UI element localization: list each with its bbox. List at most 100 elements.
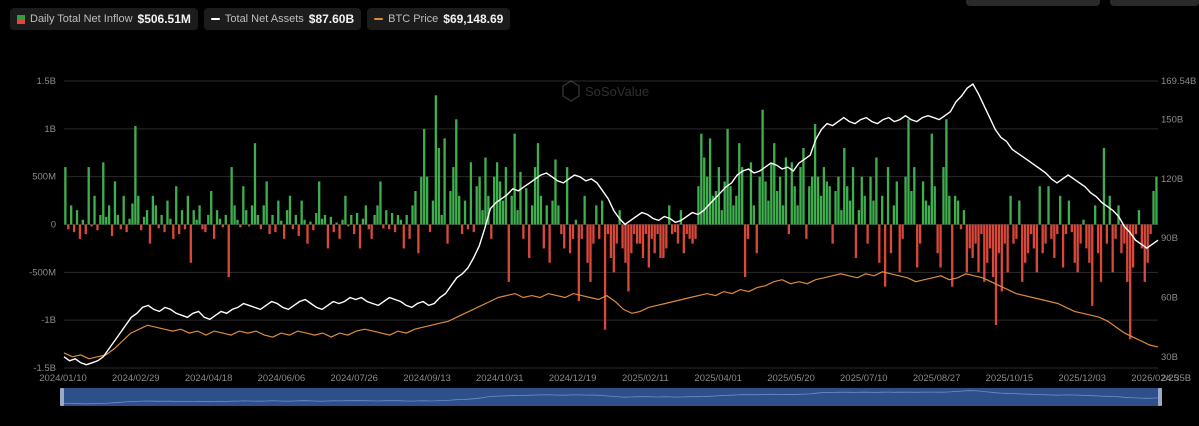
inflow-bar	[204, 224, 207, 233]
range-navigator[interactable]	[60, 388, 1162, 406]
inflow-bar	[490, 224, 493, 239]
inflow-bar	[811, 176, 814, 225]
inflow-bar	[968, 224, 971, 249]
inflow-bar	[603, 224, 607, 330]
inflow-bar	[510, 195, 513, 225]
inflow-bar	[732, 205, 735, 225]
inflow-bar	[927, 205, 931, 225]
x-tick: 2024/06/06	[258, 373, 306, 384]
inflow-bar	[796, 205, 799, 225]
inflow-bar	[329, 216, 332, 225]
inflow-bar	[227, 224, 230, 278]
y-left-tick: 0	[51, 220, 56, 231]
inflow-bar	[945, 119, 948, 225]
etf-flow-chart[interactable]: SoSoValue 1.5B1B500M0-500M-1B-1.5B 169.5…	[0, 0, 1199, 426]
inflow-bar	[233, 205, 236, 225]
inflow-bar	[84, 224, 87, 235]
inflow-bar	[318, 181, 321, 225]
inflow-bar	[67, 224, 70, 230]
inflow-bar	[1041, 224, 1044, 254]
inflow-bar	[192, 210, 195, 225]
x-tick: 2025/10/15	[986, 373, 1034, 384]
inflow-bar	[175, 186, 178, 225]
inflow-bar	[1082, 219, 1085, 225]
y-right-tick: 120B	[1161, 174, 1183, 185]
inflow-bar	[627, 224, 630, 292]
inflow-bar	[350, 214, 353, 225]
inflow-bar	[280, 220, 283, 225]
inflow-bar	[641, 224, 645, 258]
inflow-bar	[913, 167, 916, 225]
y-left-tick: -1B	[41, 315, 56, 326]
inflow-bar	[837, 176, 840, 225]
inflow-bar	[469, 162, 473, 225]
inflow-bar	[128, 218, 131, 225]
inflow-bar	[1088, 224, 1091, 263]
inflow-bar	[177, 224, 181, 235]
inflow-bar	[834, 191, 837, 225]
navigator-window[interactable]	[62, 388, 1160, 406]
inflow-bar	[110, 224, 114, 236]
inflow-bar	[636, 224, 639, 244]
inflow-bar	[367, 224, 370, 230]
inflow-bar	[428, 224, 432, 233]
inflow-bar	[1018, 200, 1021, 225]
inflow-bar	[962, 210, 966, 225]
inflow-bar	[140, 224, 143, 231]
inflow-bar	[361, 218, 365, 225]
navigator-right-handle[interactable]	[1158, 388, 1162, 406]
inflow-bar	[598, 224, 601, 239]
inflow-bar	[498, 181, 502, 225]
inflow-bar	[819, 195, 823, 225]
inflow-bar	[673, 224, 677, 233]
inflow-bar	[793, 186, 796, 225]
x-tick: 2024/10/31	[476, 373, 524, 384]
inflow-bar	[239, 224, 242, 228]
y-left-tick: -500M	[29, 267, 56, 278]
inflow-bar	[1044, 224, 1047, 244]
inflow-bar	[907, 119, 910, 225]
inflow-bar	[151, 195, 155, 225]
inflow-bar	[563, 224, 566, 249]
inflow-bar	[668, 205, 671, 225]
inflow-bar	[393, 224, 397, 233]
inflow-bar	[460, 224, 464, 235]
inflow-bar	[621, 224, 624, 249]
inflow-bar	[994, 224, 998, 325]
inflow-bar	[423, 128, 426, 225]
inflow-bar	[256, 214, 260, 225]
inflow-bar	[1047, 186, 1050, 225]
inflow-bar	[831, 224, 834, 244]
inflow-bar	[215, 210, 219, 225]
inflow-bar	[291, 224, 295, 230]
inflow-bar	[75, 210, 79, 225]
y-right-tick: 150B	[1161, 115, 1183, 126]
inflow-bar	[385, 210, 388, 225]
inflow-bar	[889, 224, 893, 254]
inflow-bar	[493, 176, 496, 225]
left-axis-ticks: 1.5B1B500M0-500M-1B-1.5B	[29, 76, 56, 374]
inflow-bar	[682, 224, 685, 254]
inflow-bar	[825, 181, 828, 225]
inflow-bar	[93, 195, 96, 225]
inflow-bar	[90, 224, 93, 227]
inflow-bar	[1006, 224, 1009, 273]
inflow-bar	[358, 224, 362, 249]
inflow-bar	[565, 167, 569, 225]
inflow-bar	[376, 205, 379, 225]
inflow-bar	[592, 224, 595, 244]
inflow-bar	[195, 219, 198, 225]
inflow-bar	[1053, 224, 1056, 258]
inflow-bar	[860, 176, 863, 225]
navigator-left-handle[interactable]	[60, 388, 64, 406]
inflow-bar	[87, 167, 90, 225]
inflow-bar	[1032, 224, 1036, 249]
inflow-bar	[268, 224, 271, 235]
inflow-bar	[186, 195, 190, 225]
inflow-bar	[533, 167, 537, 225]
inflow-bar	[70, 205, 73, 225]
x-tick: 2025/12/03	[1058, 373, 1106, 384]
inflow-bar	[1155, 176, 1158, 225]
inflow-bar	[691, 224, 694, 244]
inflow-bar	[1061, 224, 1065, 268]
